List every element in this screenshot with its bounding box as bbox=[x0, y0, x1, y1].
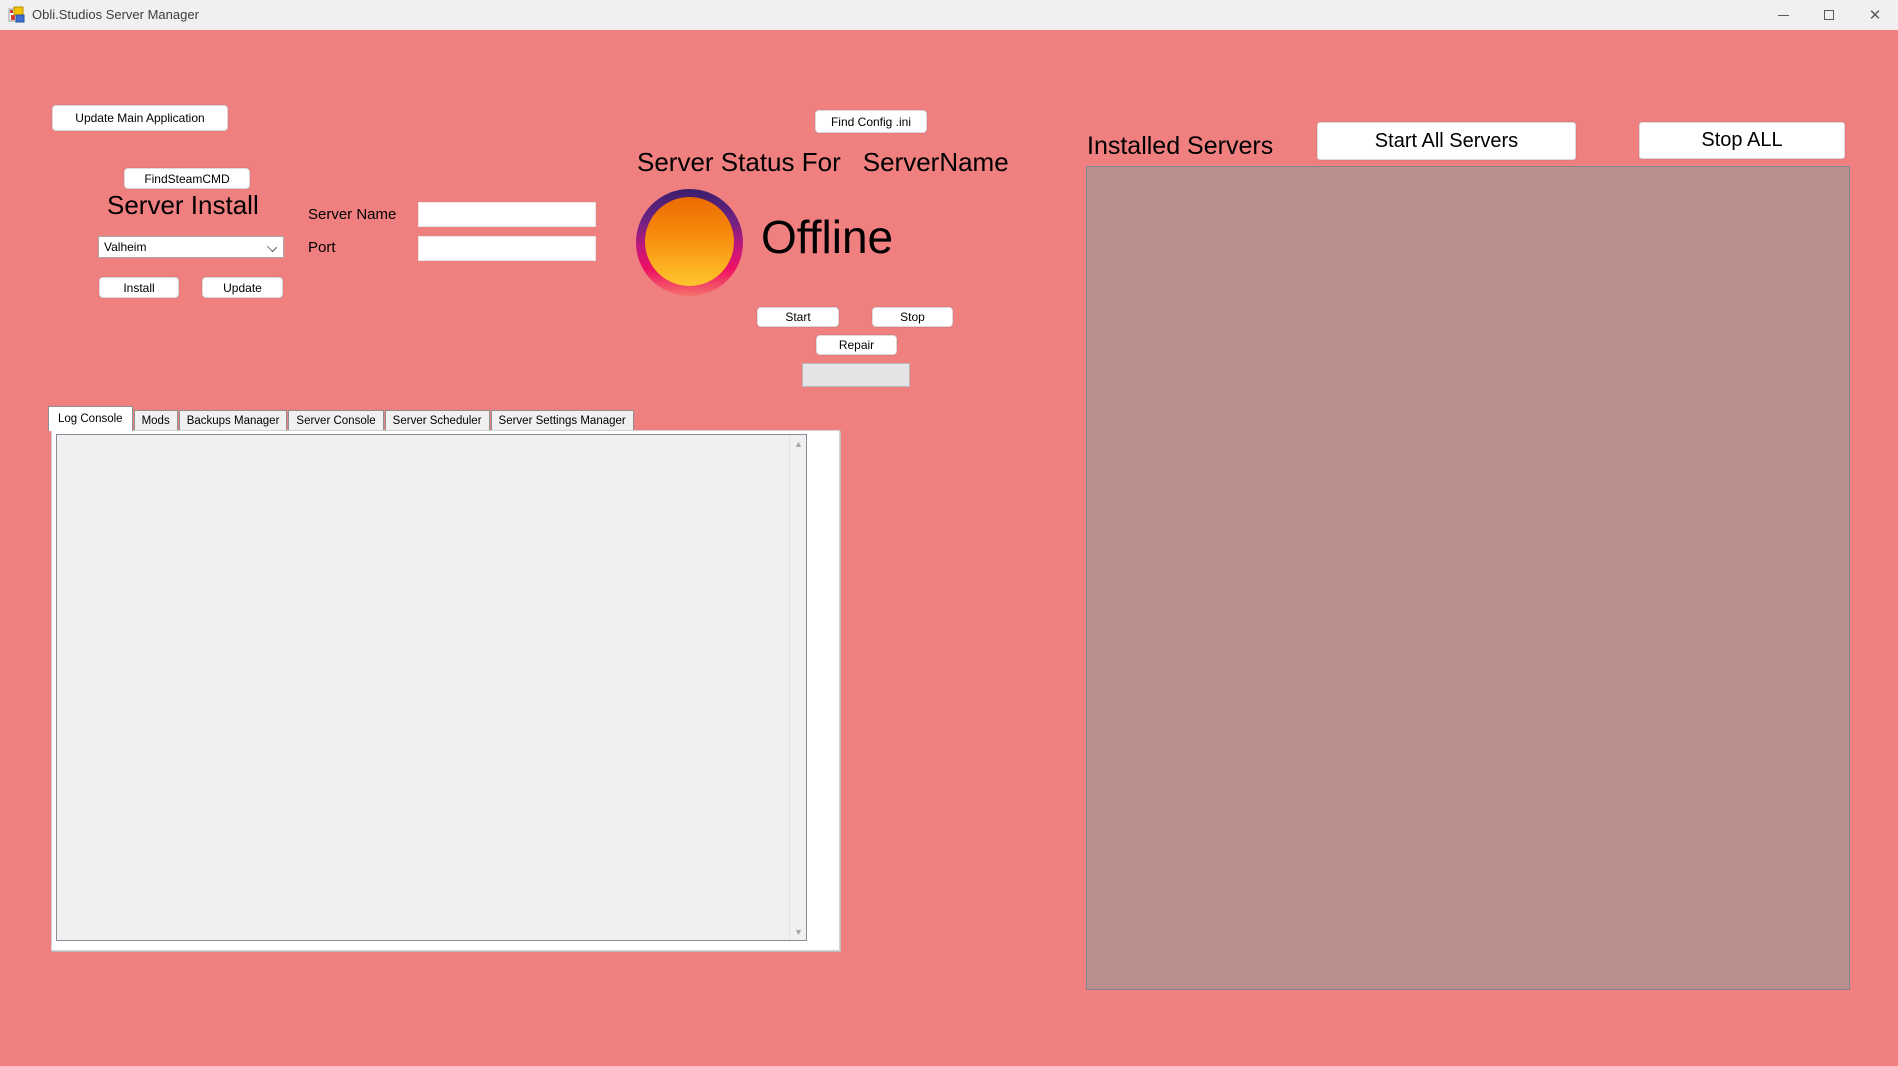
repair-progressbar bbox=[802, 363, 910, 387]
minimize-button[interactable] bbox=[1760, 0, 1806, 30]
tab-server-scheduler[interactable]: Server Scheduler bbox=[385, 410, 490, 431]
log-console-textbox[interactable]: ▲ ▼ bbox=[56, 434, 807, 941]
port-input[interactable] bbox=[418, 236, 596, 261]
tab-server-console[interactable]: Server Console bbox=[288, 410, 383, 431]
maximize-button[interactable] bbox=[1806, 0, 1852, 30]
installed-servers-panel bbox=[1086, 166, 1850, 990]
status-indicator-icon bbox=[636, 189, 743, 296]
tabstrip: Log Console Mods Backups Manager Server … bbox=[48, 406, 635, 431]
titlebar: Obli.Studios Server Manager ✕ bbox=[0, 0, 1898, 30]
log-console-tabpage: ▲ ▼ bbox=[51, 430, 840, 951]
scroll-down-icon[interactable]: ▼ bbox=[790, 923, 807, 940]
port-label: Port bbox=[308, 239, 336, 256]
close-button[interactable]: ✕ bbox=[1852, 0, 1898, 30]
status-indicator-core bbox=[645, 197, 734, 286]
app-window: Obli.Studios Server Manager ✕ Update Mai… bbox=[0, 0, 1898, 1066]
server-status-server-name: ServerName bbox=[863, 147, 1009, 178]
server-status-heading: Server Status For ServerName bbox=[637, 147, 1009, 178]
server-name-input[interactable] bbox=[418, 202, 596, 227]
app-icon bbox=[8, 6, 26, 24]
start-button[interactable]: Start bbox=[757, 307, 839, 327]
stop-all-button[interactable]: Stop ALL bbox=[1639, 122, 1845, 159]
repair-button[interactable]: Repair bbox=[816, 335, 897, 355]
chevron-down-icon bbox=[267, 242, 277, 252]
server-status-prefix: Server Status For bbox=[637, 147, 841, 178]
tab-backups-manager[interactable]: Backups Manager bbox=[179, 410, 288, 431]
update-button[interactable]: Update bbox=[202, 277, 283, 298]
install-button[interactable]: Install bbox=[99, 277, 179, 298]
server-install-title: Server Install bbox=[107, 190, 259, 221]
game-select-value: Valheim bbox=[104, 240, 146, 254]
find-config-ini-button[interactable]: Find Config .ini bbox=[815, 110, 927, 133]
status-text: Offline bbox=[761, 210, 893, 264]
tab-mods[interactable]: Mods bbox=[134, 410, 178, 431]
log-scrollbar[interactable]: ▲ ▼ bbox=[789, 435, 806, 940]
minimize-icon bbox=[1778, 15, 1789, 16]
tab-log-console[interactable]: Log Console bbox=[48, 406, 133, 431]
close-icon: ✕ bbox=[1869, 6, 1882, 24]
game-select-dropdown[interactable]: Valheim bbox=[98, 236, 284, 258]
stop-button[interactable]: Stop bbox=[872, 307, 953, 327]
start-all-servers-button[interactable]: Start All Servers bbox=[1317, 122, 1576, 160]
installed-servers-title: Installed Servers bbox=[1087, 132, 1273, 161]
server-name-label: Server Name bbox=[308, 206, 396, 223]
scroll-up-icon[interactable]: ▲ bbox=[790, 435, 807, 452]
find-steamcmd-button[interactable]: FindSteamCMD bbox=[124, 168, 250, 189]
update-main-application-button[interactable]: Update Main Application bbox=[52, 105, 228, 131]
window-title: Obli.Studios Server Manager bbox=[32, 7, 199, 22]
tab-server-settings-manager[interactable]: Server Settings Manager bbox=[491, 410, 634, 431]
maximize-icon bbox=[1824, 10, 1834, 20]
